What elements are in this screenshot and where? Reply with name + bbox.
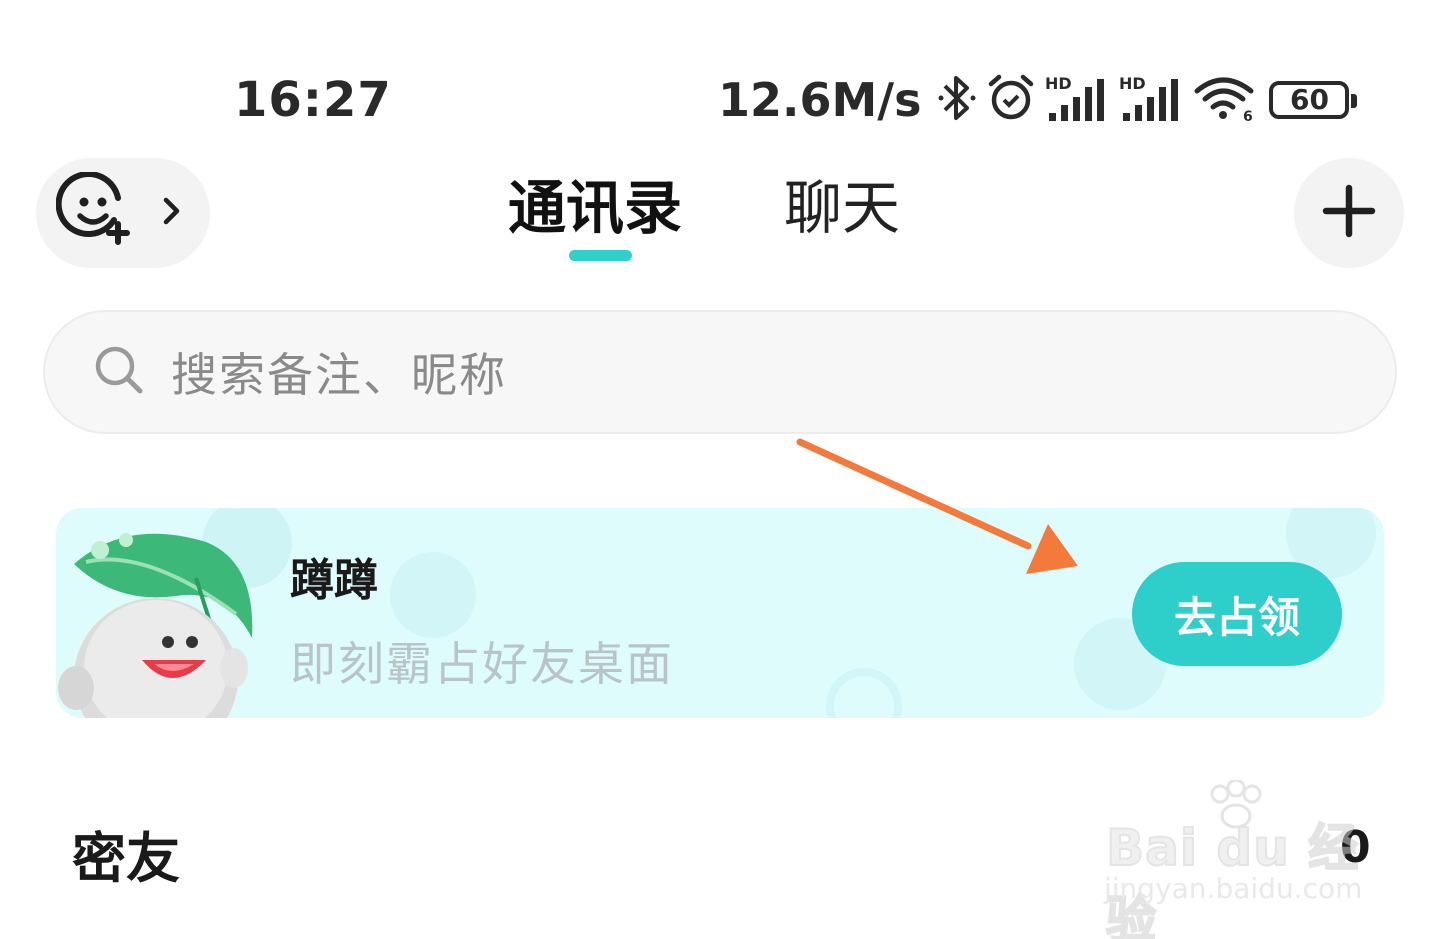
battery-icon: 60: [1269, 81, 1358, 119]
contacts-page: 16:27 12.6M/s HD HD 6 60 通讯录 聊天 搜索备注、昵称 …: [0, 0, 1440, 939]
svg-text:HD: HD: [1045, 74, 1072, 93]
banner-decoration: [390, 552, 476, 638]
search-placeholder: 搜索备注、昵称: [171, 348, 507, 402]
alarm-icon: [985, 72, 1037, 128]
hd-signal-icon: HD: [1045, 73, 1111, 127]
banner-subtitle: 即刻霸占好友桌面: [290, 637, 674, 691]
close-friends-title: 密友: [72, 827, 180, 890]
plus-icon: [1322, 184, 1376, 242]
status-icons: 12.6M/s HD HD 6 60: [718, 68, 1358, 132]
search-icon: [93, 344, 145, 400]
top-tabs: 通讯录 聊天: [0, 170, 1440, 270]
mascot-illustration: [56, 518, 266, 718]
promo-banner[interactable]: 蹲蹲 即刻霸占好友桌面 去占领: [56, 508, 1384, 718]
tab-chat[interactable]: 聊天: [784, 170, 900, 246]
tab-contacts[interactable]: 通讯录: [508, 170, 682, 246]
banner-decoration: [826, 668, 902, 718]
hd-signal-icon: HD: [1119, 73, 1185, 127]
annotation-arrow-icon: [790, 430, 1090, 584]
status-time: 16:27: [234, 72, 392, 128]
plus-button[interactable]: [1294, 158, 1404, 268]
baidu-watermark: Bai du 经验 jingyan.baidu.com: [1100, 778, 1370, 939]
wifi-icon: 6: [1193, 73, 1255, 127]
banner-title: 蹲蹲: [290, 555, 378, 606]
svg-text:HD: HD: [1119, 74, 1146, 93]
claim-button[interactable]: 去占领: [1132, 562, 1342, 666]
watermark-url: jingyan.baidu.com: [1104, 872, 1363, 905]
battery-level: 60: [1289, 83, 1329, 116]
network-speed: 12.6M/s: [718, 73, 922, 127]
bluetooth-icon: [937, 72, 977, 128]
search-input[interactable]: 搜索备注、昵称: [43, 310, 1397, 434]
active-tab-indicator: [569, 250, 632, 261]
svg-text:6: 6: [1243, 109, 1253, 123]
